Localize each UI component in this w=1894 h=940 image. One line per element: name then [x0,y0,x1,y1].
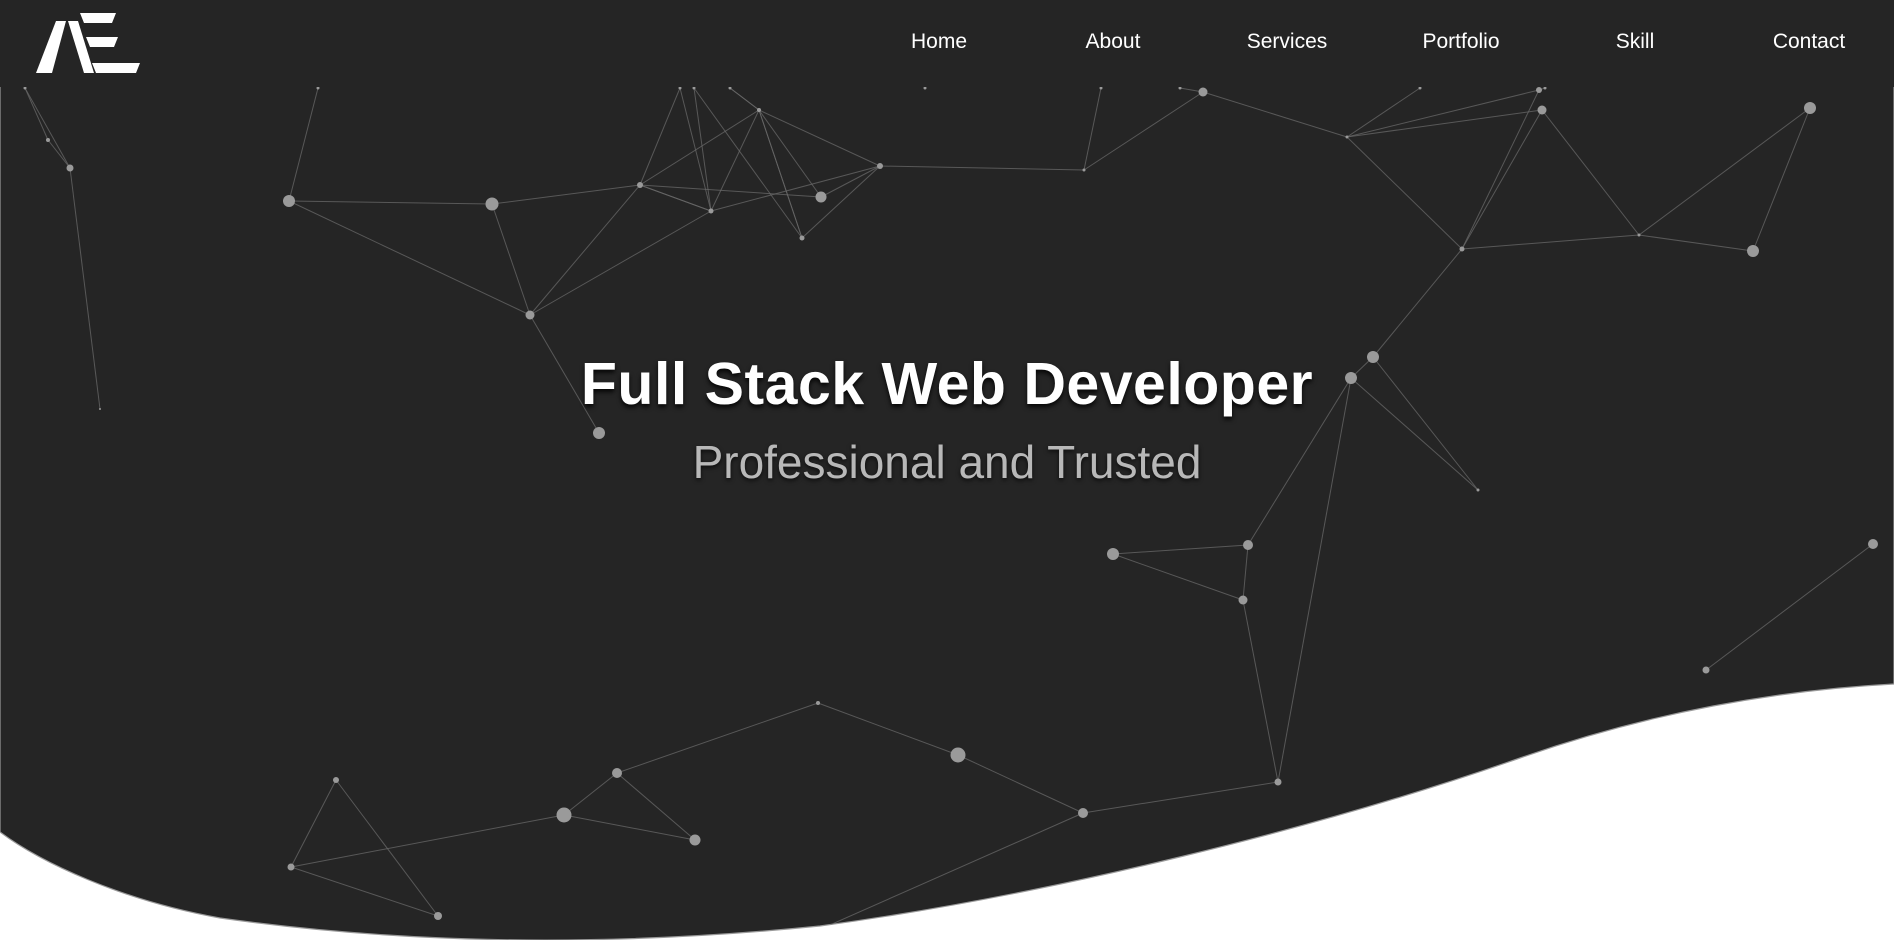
nav-portfolio[interactable]: Portfolio [1422,30,1499,54]
hero-subtitle: Professional and Trusted [692,436,1202,488]
particle-link [1639,235,1753,251]
particle-node [46,138,50,142]
particle-link [759,110,821,197]
particle-node [709,209,714,214]
particle-link [1083,782,1278,813]
particle-link [640,88,680,185]
particle-link [25,88,70,168]
particle-node [1083,169,1086,172]
particle-link [1084,92,1203,170]
particle-node [1346,136,1349,139]
nav-contact[interactable]: Contact [1773,30,1845,54]
particle-link [730,88,759,110]
particle-link [821,166,880,197]
particle-link [694,88,802,238]
particle-node [288,864,295,871]
ae-logo-icon[interactable]: AE [36,13,142,75]
particle-link [1347,90,1539,137]
particle-link [1462,110,1542,249]
particle-link [880,166,1084,170]
particle-link [1347,137,1462,249]
particle-link [1347,110,1542,137]
particle-node [1199,88,1208,97]
particle-link [1084,88,1101,170]
hero-title: Full Stack Web Developer [580,351,1314,417]
particle-node [816,192,827,203]
particle-node [526,311,535,320]
particle-node [333,777,339,783]
particle-link [336,780,438,916]
particle-link [617,773,695,840]
nav-skill[interactable]: Skill [1616,30,1655,54]
particle-node [1703,667,1710,674]
particle-node [612,768,622,778]
particle-node [951,748,966,763]
particle-node [283,195,295,207]
page: AE Home About Services Portfolio Skill C… [0,0,1894,940]
particle-node [690,835,701,846]
particle-link [818,703,958,755]
particle-link [1462,235,1639,249]
particle-link [958,755,1083,813]
particle-node [1078,808,1088,818]
particle-node [1638,234,1641,237]
particle-link [289,201,492,204]
navbar: AE Home About Services Portfolio Skill C… [0,0,1894,87]
particle-link [564,773,617,815]
particle-link [1113,545,1248,554]
particle-link [1373,249,1462,357]
particle-node [434,912,442,920]
particle-link [1203,92,1347,137]
nav-about[interactable]: About [1086,30,1141,54]
particle-link [291,780,336,867]
particle-node [1804,102,1816,114]
particle-link [564,815,695,840]
particle-node [1536,87,1542,93]
particle-node [1460,247,1465,252]
particle-link [289,88,318,201]
particle-node [800,236,805,241]
particle-node [486,198,499,211]
particle-link [289,201,530,315]
particle-link [1347,88,1420,137]
particle-link [48,140,70,168]
particle-node [1243,540,1253,550]
particle-link [617,703,818,773]
particle-node [67,165,74,172]
particle-link [291,867,438,916]
particle-link [1243,545,1248,600]
particle-link [492,185,640,204]
particle-node [816,701,820,705]
particle-link [1706,544,1873,670]
particle-link [1542,110,1639,235]
particle-link [530,185,640,315]
particle-node [637,182,643,188]
particle-node [1275,779,1282,786]
particle-link [759,110,880,166]
particle-link [291,815,564,867]
particle-node [877,163,883,169]
particle-link [1243,600,1278,782]
particle-link [1113,554,1243,600]
particle-link [492,204,530,315]
particle-link [1462,90,1539,249]
particle-node [557,808,572,823]
particle-link [759,110,802,238]
particle-node [1868,539,1878,549]
particle-link [711,166,880,211]
nav-services[interactable]: Services [1247,30,1328,54]
particle-node [1747,245,1759,257]
particle-node [757,108,761,112]
particle-node [1107,548,1119,560]
nav-home[interactable]: Home [911,30,967,54]
particle-node [1538,106,1547,115]
particle-link [25,88,48,140]
particle-node [1239,596,1248,605]
particle-link [530,211,711,315]
